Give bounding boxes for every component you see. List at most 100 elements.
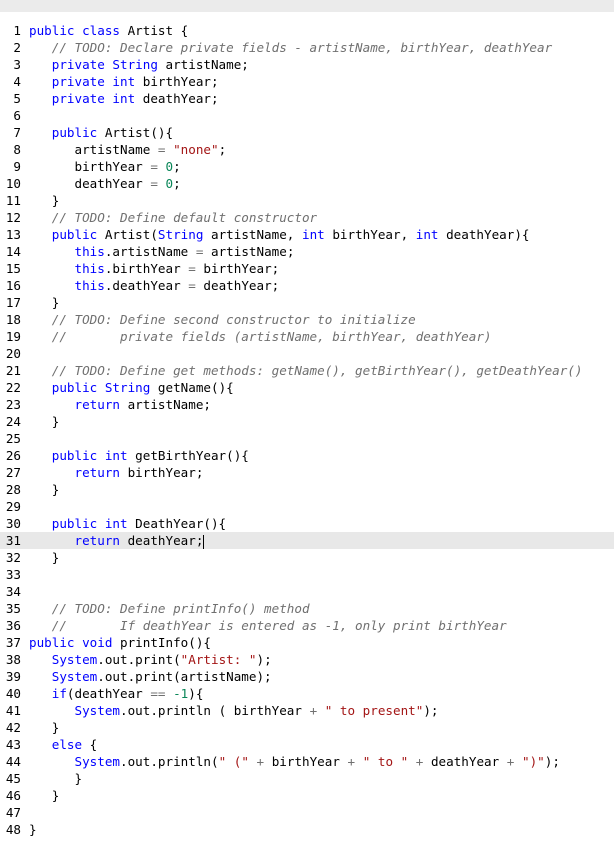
code-line[interactable]: 13 public Artist(String artistName, int … (0, 226, 614, 243)
code-text[interactable]: public String getName(){ (29, 379, 234, 396)
code-text[interactable]: this.deathYear = deathYear; (29, 277, 280, 294)
code-text[interactable]: public Artist(){ (29, 124, 173, 141)
code-line[interactable]: 8 artistName = "none"; (0, 141, 614, 158)
code-line[interactable]: 27 return birthYear; (0, 464, 614, 481)
code-line[interactable]: 32 } (0, 549, 614, 566)
code-text[interactable]: // TODO: Define second constructor to in… (29, 311, 416, 328)
code-text[interactable]: public Artist(String artistName, int bir… (29, 226, 530, 243)
code-text[interactable]: // TODO: Define printInfo() method (29, 600, 310, 617)
code-line[interactable]: 30 public int DeathYear(){ (0, 515, 614, 532)
code-text[interactable]: public int getBirthYear(){ (29, 447, 249, 464)
code-text[interactable]: return birthYear; (29, 464, 204, 481)
code-line[interactable]: 4 private int birthYear; (0, 73, 614, 90)
code-line[interactable]: 11 } (0, 192, 614, 209)
code-line[interactable]: 10 deathYear = 0; (0, 175, 614, 192)
code-text[interactable]: public int DeathYear(){ (29, 515, 226, 532)
code-text[interactable]: System.out.println(" (" + birthYear + " … (29, 753, 560, 770)
code-line[interactable]: 37 public void printInfo(){ (0, 634, 614, 651)
code-line[interactable]: 17 } (0, 294, 614, 311)
code-line[interactable]: 19 // private fields (artistName, birthY… (0, 328, 614, 345)
code-text[interactable]: public class Artist { (29, 22, 188, 39)
code-text[interactable]: this.birthYear = birthYear; (29, 260, 280, 277)
code-text[interactable]: } (29, 192, 60, 209)
code-text[interactable]: this.artistName = artistName; (29, 243, 295, 260)
code-line[interactable]: 45 } (0, 770, 614, 787)
code-text[interactable]: } (29, 413, 60, 430)
code-line[interactable]: 5 private int deathYear; (0, 90, 614, 107)
code-text[interactable]: return deathYear; (29, 532, 205, 549)
code-text[interactable]: private int birthYear; (29, 73, 219, 90)
code-area[interactable]: 1 public class Artist {2 // TODO: Declare… (0, 22, 614, 838)
code-line[interactable]: 26 public int getBirthYear(){ (0, 447, 614, 464)
code-text[interactable]: } (29, 787, 60, 804)
code-line[interactable]: 16 this.deathYear = deathYear; (0, 277, 614, 294)
line-number: 44 (5, 754, 21, 769)
code-line[interactable]: 22 public String getName(){ (0, 379, 614, 396)
code-line[interactable]: 35 // TODO: Define printInfo() method (0, 600, 614, 617)
code-line[interactable]: 14 this.artistName = artistName; (0, 243, 614, 260)
code-line[interactable]: 7 public Artist(){ (0, 124, 614, 141)
code-text[interactable]: private String artistName; (29, 56, 249, 73)
code-line[interactable]: 34 (0, 583, 614, 600)
code-line[interactable]: 36 // If deathYear is entered as -1, onl… (0, 617, 614, 634)
code-line[interactable]: 40 if(deathYear == -1){ (0, 685, 614, 702)
code-text[interactable]: } (29, 770, 82, 787)
code-token: this (74, 278, 105, 293)
code-text[interactable]: return artistName; (29, 396, 211, 413)
code-line[interactable]: 48} (0, 821, 614, 838)
code-line[interactable]: 42 } (0, 719, 614, 736)
code-line[interactable]: 29 (0, 498, 614, 515)
code-text[interactable]: deathYear = 0; (29, 175, 180, 192)
code-text[interactable]: System.out.print("Artist: "); (29, 651, 272, 668)
code-text[interactable]: } (29, 294, 60, 311)
code-line[interactable]: 38 System.out.print("Artist: "); (0, 651, 614, 668)
code-text[interactable]: // TODO: Define get methods: getName(), … (29, 362, 583, 379)
code-line[interactable]: 21 // TODO: Define get methods: getName(… (0, 362, 614, 379)
code-text[interactable]: birthYear = 0; (29, 158, 180, 175)
code-text[interactable]: public void printInfo(){ (29, 634, 211, 651)
code-text[interactable]: // If deathYear is entered as -1, only p… (29, 617, 507, 634)
code-line[interactable]: 20 (0, 345, 614, 362)
code-line[interactable]: 44 System.out.println(" (" + birthYear +… (0, 753, 614, 770)
code-line[interactable]: 18 // TODO: Define second constructor to… (0, 311, 614, 328)
code-line[interactable]: 23 return artistName; (0, 396, 614, 413)
code-text[interactable]: if(deathYear == -1){ (29, 685, 204, 702)
code-text[interactable]: // TODO: Declare private fields - artist… (29, 39, 552, 56)
code-line[interactable]: 39 System.out.print(artistName); (0, 668, 614, 685)
code-line[interactable]: 9 birthYear = 0; (0, 158, 614, 175)
code-line[interactable]: 1 public class Artist { (0, 22, 614, 39)
code-line[interactable]: 25 (0, 430, 614, 447)
code-text[interactable]: System.out.println ( birthYear + " to pr… (29, 702, 439, 719)
code-token: // TODO: Define default constructor (51, 210, 318, 225)
code-text[interactable]: } (29, 481, 60, 498)
code-line[interactable]: 46 } (0, 787, 614, 804)
code-line[interactable]: 12 // TODO: Define default constructor (0, 209, 614, 226)
code-text[interactable]: // TODO: Define default constructor (29, 209, 317, 226)
code-text[interactable]: } (29, 719, 60, 736)
code-line[interactable]: 24 } (0, 413, 614, 430)
code-text[interactable]: } (29, 549, 60, 566)
code-line[interactable]: 15 this.birthYear = birthYear; (0, 260, 614, 277)
code-text[interactable]: artistName = "none"; (29, 141, 226, 158)
code-editor[interactable]: 1 public class Artist {2 // TODO: Declare… (0, 0, 614, 846)
line-number: 2 (13, 40, 21, 55)
code-text[interactable]: else { (29, 736, 98, 753)
code-line[interactable]: 6 (0, 107, 614, 124)
code-line[interactable]: 41 System.out.println ( birthYear + " to… (0, 702, 614, 719)
code-line[interactable]: 28 } (0, 481, 614, 498)
code-text[interactable]: } (29, 821, 37, 838)
code-line[interactable]: 47 (0, 804, 614, 821)
code-text[interactable]: // private fields (artistName, birthYear… (29, 328, 492, 345)
code-text[interactable]: System.out.print(artistName); (29, 668, 272, 685)
code-token: = (157, 142, 166, 157)
code-line[interactable]: 33 (0, 566, 614, 583)
code-line[interactable]: 3 private String artistName; (0, 56, 614, 73)
code-text[interactable]: private int deathYear; (29, 90, 219, 107)
code-line[interactable]: 2 // TODO: Declare private fields - arti… (0, 39, 614, 56)
code-line[interactable]: 31 return deathYear; (0, 532, 614, 549)
code-line[interactable]: 43 else { (0, 736, 614, 753)
code-token: ); (423, 703, 439, 718)
